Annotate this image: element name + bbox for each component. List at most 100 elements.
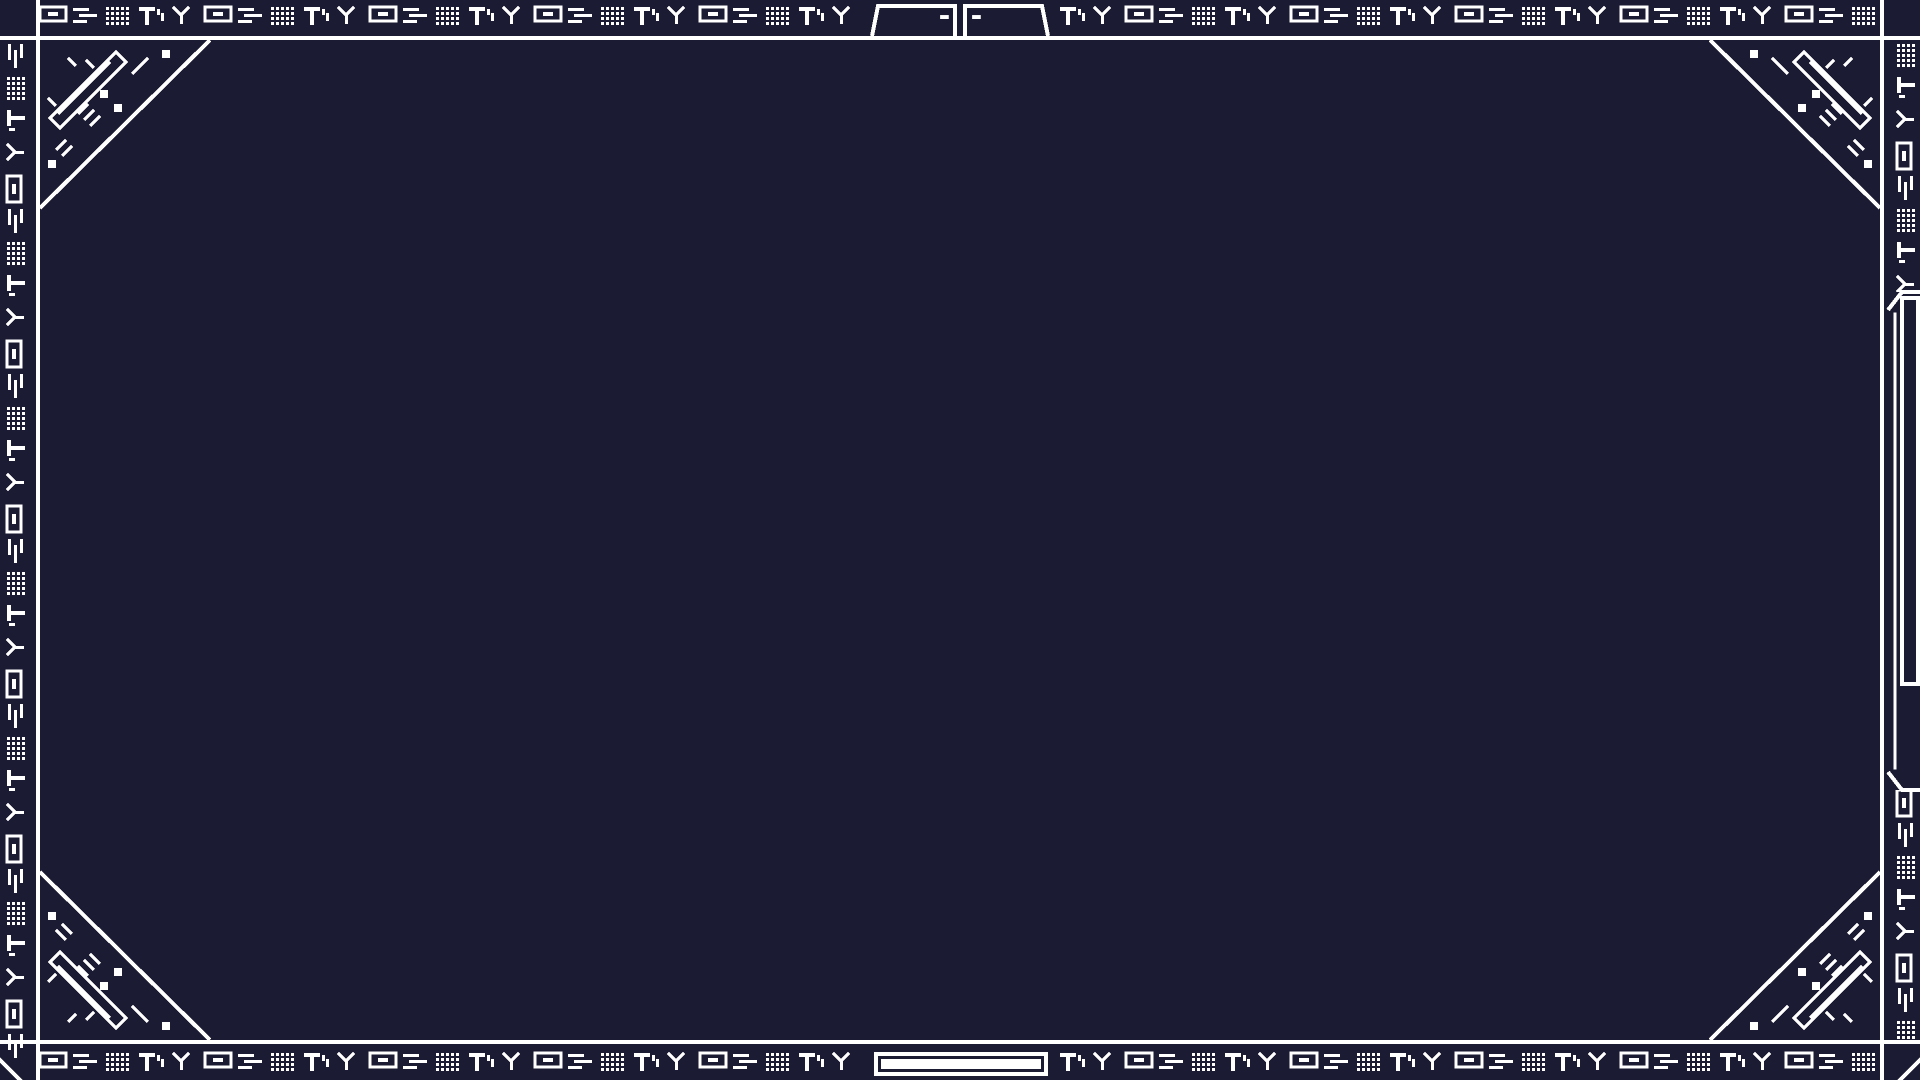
border-glyph bbox=[12, 262, 15, 265]
border-glyph bbox=[48, 12, 58, 16]
border-glyph bbox=[1367, 7, 1370, 10]
border-glyph bbox=[456, 1068, 459, 1071]
border-glyph bbox=[616, 1063, 619, 1066]
border-glyph bbox=[180, 15, 183, 24]
border-glyph bbox=[7, 582, 10, 585]
border-glyph bbox=[451, 7, 454, 10]
border-glyph bbox=[7, 922, 10, 925]
border-glyph bbox=[1687, 1068, 1690, 1071]
corner-circuit-part bbox=[1864, 160, 1872, 168]
border-glyph bbox=[441, 17, 444, 20]
border-glyph bbox=[508, 5, 521, 18]
border-glyph bbox=[14, 875, 17, 893]
border-glyph bbox=[1660, 14, 1678, 17]
border-glyph bbox=[1542, 7, 1545, 10]
top-tab-left-marker: - bbox=[936, 0, 953, 32]
border-glyph bbox=[1078, 9, 1081, 15]
border-glyph bbox=[9, 293, 15, 296]
border-glyph bbox=[17, 242, 20, 245]
border-glyph bbox=[7, 446, 25, 450]
border-glyph bbox=[17, 417, 20, 420]
border-glyph bbox=[1907, 1021, 1910, 1024]
border-glyph bbox=[1759, 5, 1772, 18]
border-glyph bbox=[621, 1063, 624, 1066]
border-glyph bbox=[12, 417, 15, 420]
border-glyph bbox=[1687, 1063, 1690, 1066]
border-glyph bbox=[1687, 1058, 1690, 1061]
border-glyph bbox=[7, 116, 25, 120]
border-glyph bbox=[1532, 7, 1535, 10]
border-glyph bbox=[1867, 22, 1870, 25]
border-glyph bbox=[1907, 224, 1910, 227]
border-glyph bbox=[7, 742, 10, 745]
border-glyph bbox=[14, 380, 17, 398]
border-glyph bbox=[12, 757, 15, 760]
border-glyph bbox=[441, 1058, 444, 1061]
border-glyph bbox=[1902, 861, 1905, 864]
border-glyph bbox=[1527, 1058, 1530, 1061]
border-glyph bbox=[436, 1063, 439, 1066]
border-glyph bbox=[1532, 1068, 1535, 1071]
border-glyph bbox=[106, 22, 109, 25]
border-glyph bbox=[776, 17, 779, 20]
border-glyph bbox=[1197, 7, 1200, 10]
border-glyph bbox=[1212, 1063, 1215, 1066]
border-glyph bbox=[157, 9, 160, 15]
border-glyph bbox=[1862, 17, 1865, 20]
border-glyph bbox=[106, 1063, 109, 1066]
border-glyph bbox=[12, 679, 16, 689]
border-glyph bbox=[1197, 1068, 1200, 1071]
corner-ornament-bottom-left bbox=[0, 870, 212, 1080]
border-glyph bbox=[281, 12, 284, 15]
border-glyph bbox=[675, 1061, 678, 1070]
border-glyph bbox=[456, 22, 459, 25]
border-glyph bbox=[17, 572, 20, 575]
border-glyph bbox=[276, 1058, 279, 1061]
border-glyph bbox=[1687, 17, 1690, 20]
border-glyph bbox=[601, 1058, 604, 1061]
border-glyph bbox=[7, 611, 25, 615]
top-tab[interactable]: - - bbox=[870, 0, 1050, 36]
border-glyph bbox=[12, 922, 15, 925]
border-glyph bbox=[1357, 7, 1360, 10]
border-glyph bbox=[1907, 866, 1910, 869]
corner-circuit-part bbox=[88, 114, 102, 128]
border-glyph bbox=[1904, 994, 1907, 1012]
border-glyph bbox=[1702, 1063, 1705, 1066]
border-glyph bbox=[12, 752, 15, 755]
border-glyph bbox=[1207, 7, 1210, 10]
border-glyph bbox=[601, 12, 604, 15]
border-glyph bbox=[178, 1051, 191, 1064]
border-glyph bbox=[1692, 1063, 1695, 1066]
border-glyph bbox=[766, 1068, 769, 1071]
border-glyph bbox=[1464, 1058, 1474, 1062]
border-glyph bbox=[1192, 12, 1195, 15]
border-glyph bbox=[1372, 22, 1375, 25]
border-glyph bbox=[1324, 1054, 1340, 1057]
border-glyph bbox=[611, 7, 614, 10]
border-glyph bbox=[17, 757, 20, 760]
border-glyph bbox=[776, 7, 779, 10]
border-glyph bbox=[1299, 12, 1309, 16]
border-glyph bbox=[17, 257, 20, 260]
border-glyph bbox=[446, 1063, 449, 1066]
border-glyph bbox=[5, 644, 18, 657]
border-glyph bbox=[12, 572, 15, 575]
border-glyph bbox=[22, 257, 25, 260]
border-glyph bbox=[126, 1058, 129, 1061]
border-glyph bbox=[1912, 861, 1915, 864]
border-glyph bbox=[1192, 1053, 1195, 1056]
border-glyph bbox=[73, 8, 89, 11]
border-glyph bbox=[48, 1058, 58, 1062]
border-glyph bbox=[281, 22, 284, 25]
border-glyph bbox=[817, 9, 820, 15]
border-glyph bbox=[1192, 22, 1195, 25]
border-glyph bbox=[22, 747, 25, 750]
border-glyph bbox=[1857, 17, 1860, 20]
border-glyph bbox=[733, 1054, 749, 1057]
border-glyph bbox=[771, 1058, 774, 1061]
border-glyph bbox=[1542, 1063, 1545, 1066]
border-glyph bbox=[1867, 12, 1870, 15]
corner-circuit-part bbox=[1842, 56, 1854, 68]
border-glyph bbox=[378, 1058, 388, 1062]
